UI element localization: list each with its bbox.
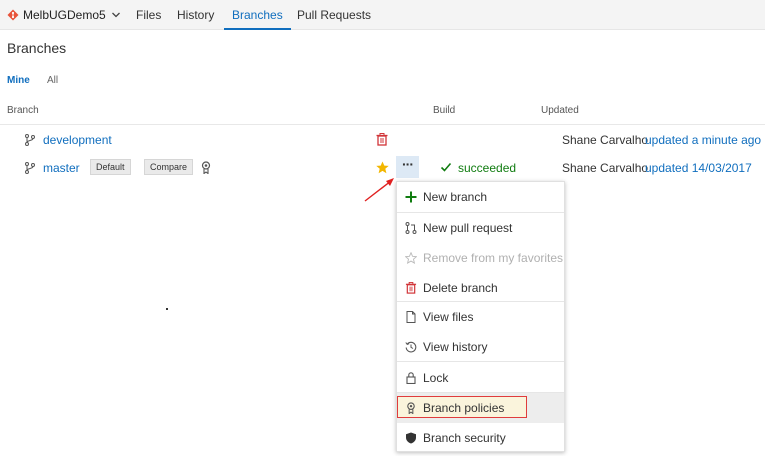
pull-request-icon: [405, 222, 417, 234]
repo-selector[interactable]: MelbUGDemo5: [7, 6, 121, 24]
repo-name: MelbUGDemo5: [23, 8, 106, 22]
menu-item-label: View files: [423, 310, 474, 324]
menu-divider: [397, 361, 564, 362]
tab-branches[interactable]: Branches: [224, 0, 291, 30]
shield-icon: [406, 432, 416, 444]
chevron-down-icon: [111, 12, 120, 18]
tab-history[interactable]: History: [177, 0, 214, 30]
page-title: Branches: [7, 40, 67, 56]
lock-icon: [406, 372, 416, 384]
stray-dot: [166, 308, 168, 310]
menu-item-branch-security[interactable]: Branch security: [397, 423, 564, 453]
plus-icon: [405, 191, 417, 203]
menu-item-branch-policies[interactable]: Branch policies: [397, 393, 564, 423]
trash-icon[interactable]: [376, 133, 388, 146]
top-navigation-bar: MelbUGDemo5 Files History Branches Pull …: [0, 0, 765, 30]
tab-files[interactable]: Files: [136, 0, 161, 30]
branch-icon: [25, 134, 35, 146]
file-icon: [406, 311, 416, 323]
compare-tag[interactable]: Compare: [144, 159, 194, 175]
favorite-star-icon[interactable]: [376, 161, 389, 174]
menu-item-label: Remove from my favorites: [423, 251, 564, 265]
tab-pull-requests[interactable]: Pull Requests: [297, 0, 371, 30]
menu-item-lock[interactable]: Lock: [397, 363, 564, 393]
menu-item-view-files[interactable]: View files: [397, 302, 564, 332]
updated-by: Shane Carvalho: [562, 133, 649, 147]
updated-by: Shane Carvalho: [562, 161, 649, 175]
updated-when[interactable]: updated a minute ago: [645, 133, 761, 147]
column-header-updated[interactable]: Updated: [541, 105, 579, 116]
pivot-all[interactable]: All: [47, 75, 58, 86]
star-outline-icon: [405, 252, 417, 264]
menu-item-label: Branch security: [423, 431, 506, 445]
git-repo-icon: [7, 9, 19, 21]
column-header-branch[interactable]: Branch: [7, 105, 39, 116]
column-header-build[interactable]: Build: [433, 105, 455, 116]
more-actions-button[interactable]: ···: [396, 156, 419, 178]
policy-icon: [407, 402, 415, 414]
menu-item-remove-favorite: Remove from my favorites: [397, 243, 564, 273]
menu-item-label: Branch policies: [423, 401, 505, 415]
header-divider: [0, 124, 765, 125]
branch-name-link[interactable]: master: [43, 161, 80, 175]
menu-item-label: Delete branch: [423, 281, 498, 295]
build-status[interactable]: succeeded: [458, 161, 516, 175]
branch-icon: [25, 162, 35, 174]
menu-item-label: View history: [423, 340, 488, 354]
menu-item-label: New pull request: [423, 221, 513, 235]
annotation-arrow: [364, 178, 394, 202]
updated-when[interactable]: updated 14/03/2017: [645, 161, 752, 175]
menu-item-new-branch[interactable]: New branch: [397, 182, 564, 212]
menu-item-label: Lock: [423, 371, 449, 385]
menu-item-view-history[interactable]: View history: [397, 332, 564, 362]
trash-icon: [405, 282, 417, 294]
default-tag: Default: [90, 159, 131, 175]
menu-item-delete-branch[interactable]: Delete branch: [397, 273, 564, 303]
branch-name-link[interactable]: development: [43, 133, 112, 147]
branch-row-development[interactable]: development Shane Carvalho updated a min…: [0, 127, 765, 153]
policy-icon: [201, 161, 211, 174]
checkmark-icon: [440, 162, 452, 172]
menu-item-label: New branch: [423, 190, 488, 204]
branch-context-menu: New branch New pull request Remove from …: [396, 181, 565, 452]
history-icon: [405, 341, 417, 353]
pivot-mine[interactable]: Mine: [7, 75, 30, 86]
menu-item-new-pull-request[interactable]: New pull request: [397, 213, 564, 243]
